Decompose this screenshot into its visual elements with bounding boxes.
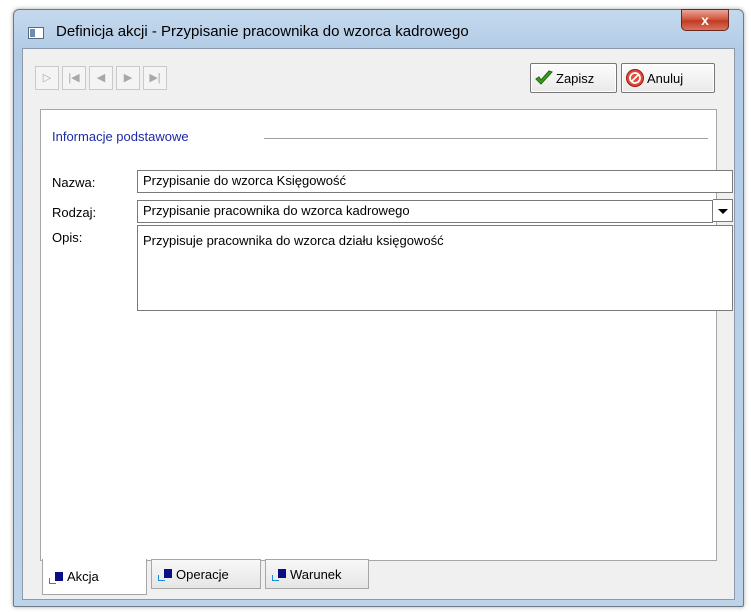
tab-operacje-label: Operacje	[176, 566, 229, 582]
title-bar[interactable]: Definicja akcji - Przypisanie pracownika…	[14, 9, 743, 48]
description-textarea[interactable]: Przypisuje pracownika do wzorca działu k…	[137, 225, 733, 311]
description-label: Opis:	[52, 230, 83, 245]
window-title: Definicja akcji - Przypisanie pracownika…	[56, 23, 469, 40]
close-button[interactable]: x	[681, 9, 729, 31]
window-icon	[28, 27, 44, 39]
name-field[interactable]: Przypisanie do wzorca Księgowość	[137, 170, 733, 193]
form-area: Informacje podstawowe Nazwa: Przypisanie…	[22, 48, 735, 600]
form-panel: Informacje podstawowe Nazwa: Przypisanie…	[40, 109, 733, 561]
tab-operacje[interactable]: Operacje	[151, 559, 261, 589]
section-divider	[264, 138, 708, 139]
chevron-down-icon[interactable]	[713, 199, 733, 222]
tab-warunek[interactable]: Warunek	[265, 559, 369, 589]
tab-akcja-label: Akcja	[67, 569, 99, 584]
name-label: Nazwa:	[52, 175, 96, 190]
section-title: Informacje podstawowe	[52, 129, 189, 144]
condition-icon	[272, 567, 286, 581]
type-select[interactable]: Przypisanie pracownika do wzorca kadrowe…	[137, 200, 713, 223]
operations-icon	[158, 567, 172, 581]
action-icon	[49, 570, 63, 584]
type-label: Rodzaj:	[52, 205, 97, 220]
tab-akcja[interactable]: Akcja	[42, 559, 147, 595]
tab-warunek-label: Warunek	[290, 566, 342, 582]
